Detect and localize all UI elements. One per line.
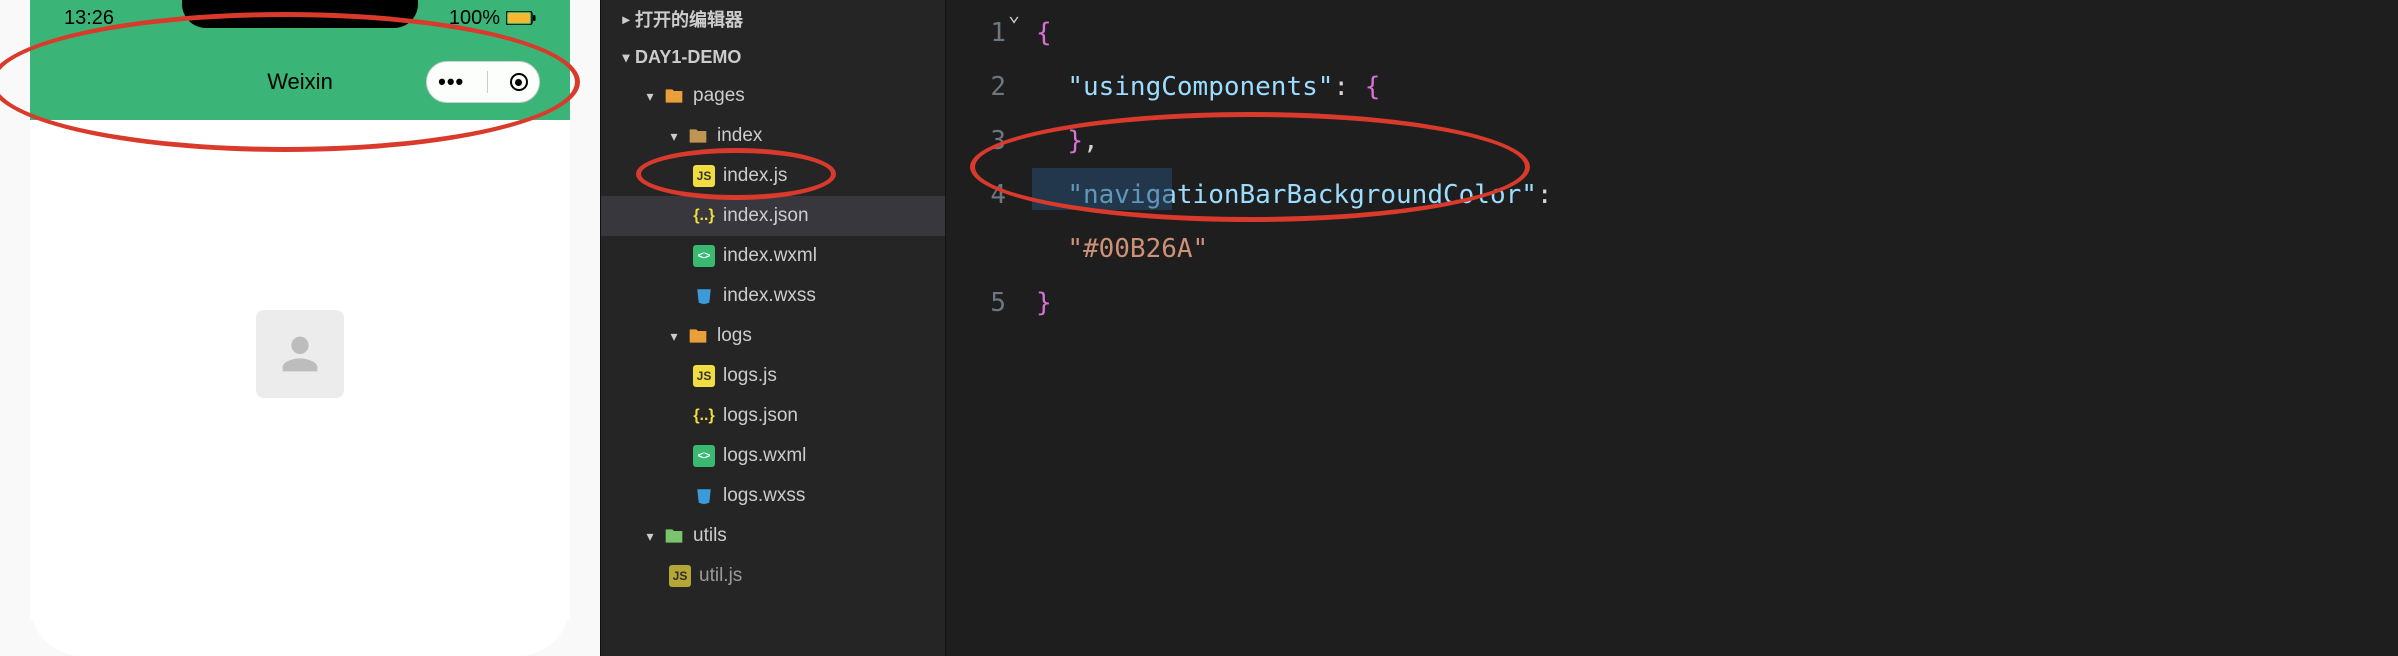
battery-percent: 100% <box>449 7 500 30</box>
js-icon: JS <box>669 565 691 587</box>
capsule-divider <box>487 71 488 93</box>
code-area[interactable]: { "usingComponents": { }, "navigationBar… <box>1036 0 2398 656</box>
file-label: util.js <box>699 565 742 587</box>
line-number: 1 <box>946 6 1006 60</box>
chevron-down-icon: ▾ <box>641 528 659 545</box>
js-icon: JS <box>693 365 715 387</box>
status-time: 13:26 <box>64 7 114 30</box>
file-label: index.json <box>723 205 809 227</box>
file-util-js[interactable]: JS util.js <box>601 556 945 596</box>
chevron-down-icon: ▾ <box>665 128 683 145</box>
file-label: index.js <box>723 165 787 187</box>
file-logs-wxss[interactable]: logs.wxss <box>601 476 945 516</box>
chevron-down-icon: ▾ <box>665 328 683 345</box>
folder-icon <box>663 525 685 547</box>
folder-icon <box>687 325 709 347</box>
code-token: "#00B26A" <box>1067 234 1208 264</box>
file-explorer[interactable]: ▸ 打开的编辑器 ▾ DAY1-DEMO ▾ pages ▾ index JS … <box>600 0 946 656</box>
file-index-wxss[interactable]: index.wxss <box>601 276 945 316</box>
code-token: : <box>1333 72 1349 102</box>
open-editors-section[interactable]: ▸ 打开的编辑器 <box>601 0 945 38</box>
project-root[interactable]: ▾ DAY1-DEMO <box>601 38 945 76</box>
code-token: } <box>1036 288 1052 318</box>
line-gutter: 1 2 3 4 5 <box>946 0 1036 656</box>
file-index-json[interactable]: {..} index.json <box>601 196 945 236</box>
file-label: logs.json <box>723 405 798 427</box>
more-icon[interactable]: ••• <box>438 69 464 95</box>
project-root-label: DAY1-DEMO <box>635 47 741 68</box>
chevron-right-icon: ▸ <box>617 11 635 28</box>
wxss-icon <box>693 485 715 507</box>
folder-icon <box>663 85 685 107</box>
file-label: logs.js <box>723 365 777 387</box>
file-label: index.wxss <box>723 285 816 307</box>
folder-label: pages <box>693 85 745 107</box>
file-logs-wxml[interactable]: <> logs.wxml <box>601 436 945 476</box>
line-number: 5 <box>946 276 1006 330</box>
file-label: index.wxml <box>723 245 817 267</box>
file-label: logs.wxss <box>723 485 805 507</box>
open-editors-label: 打开的编辑器 <box>635 6 743 32</box>
page-body <box>30 120 570 620</box>
nav-bar: Weixin ••• <box>30 44 570 120</box>
person-icon <box>274 328 326 380</box>
code-token: "usingComponents" <box>1067 72 1333 102</box>
wxml-icon: <> <box>693 245 715 267</box>
fold-chevron-icon[interactable]: ⌄ <box>1008 2 1020 26</box>
code-token: { <box>1365 72 1381 102</box>
folder-label: logs <box>717 325 752 347</box>
folder-label: index <box>717 125 762 147</box>
wxml-icon: <> <box>693 445 715 467</box>
code-token: , <box>1083 126 1099 156</box>
wxss-icon <box>693 285 715 307</box>
code-token: } <box>1067 126 1083 156</box>
file-index-js[interactable]: JS index.js <box>601 156 945 196</box>
capsule-menu[interactable]: ••• <box>426 61 540 103</box>
json-icon: {..} <box>693 405 715 427</box>
file-label: logs.wxml <box>723 445 806 467</box>
code-editor[interactable]: ⌄ 1 2 3 4 5 { "usingComponents": { }, "n… <box>946 0 2398 656</box>
code-token: { <box>1036 18 1052 48</box>
line-number: 2 <box>946 60 1006 114</box>
line-number: 3 <box>946 114 1006 168</box>
json-icon: {..} <box>693 205 715 227</box>
status-battery-group: 100% <box>449 7 536 30</box>
folder-index[interactable]: ▾ index <box>601 116 945 156</box>
folder-logs[interactable]: ▾ logs <box>601 316 945 356</box>
folder-label: utils <box>693 525 727 547</box>
chevron-down-icon: ▾ <box>641 88 659 105</box>
folder-pages[interactable]: ▾ pages <box>601 76 945 116</box>
phone-notch <box>182 0 418 28</box>
chevron-down-icon: ▾ <box>617 49 635 66</box>
js-icon: JS <box>693 165 715 187</box>
avatar-placeholder[interactable] <box>256 310 344 398</box>
nav-title: Weixin <box>267 69 333 95</box>
close-target-icon[interactable] <box>510 73 528 91</box>
code-token: : <box>1537 180 1553 210</box>
folder-utils[interactable]: ▾ utils <box>601 516 945 556</box>
phone-frame: 13:26 100% Weixin ••• <box>30 0 570 656</box>
simulator-pane: 13:26 100% Weixin ••• <box>0 0 600 656</box>
folder-icon <box>687 125 709 147</box>
file-logs-js[interactable]: JS logs.js <box>601 356 945 396</box>
file-logs-json[interactable]: {..} logs.json <box>601 396 945 436</box>
file-index-wxml[interactable]: <> index.wxml <box>601 236 945 276</box>
battery-icon <box>506 11 536 25</box>
line-number: 4 <box>946 168 1006 222</box>
